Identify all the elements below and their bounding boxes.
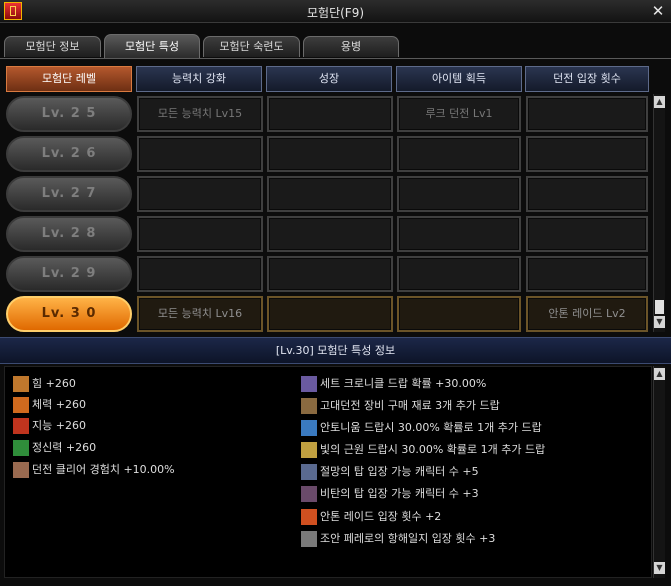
tab-mercenary[interactable]: 용병 bbox=[303, 36, 399, 57]
window-title: 모험단(F9) bbox=[306, 6, 365, 20]
antonium-icon bbox=[301, 420, 317, 436]
spirit-icon bbox=[13, 440, 29, 456]
level-button-30[interactable]: Lv. 3 0 bbox=[6, 296, 132, 332]
cell-item-26[interactable] bbox=[397, 136, 521, 172]
intelligence-icon bbox=[13, 418, 29, 434]
cell-growth-26[interactable] bbox=[267, 136, 393, 172]
strength-icon bbox=[13, 376, 29, 392]
tab-bar: 모험단 정보 모험단 특성 모험단 숙련도 용병 bbox=[0, 34, 671, 59]
scroll-up-icon[interactable]: ▲ bbox=[654, 368, 665, 380]
level-button-27[interactable]: Lv. 2 7 bbox=[6, 176, 132, 212]
tab-adventure-traits[interactable]: 모험단 특성 bbox=[104, 34, 200, 58]
cell-stat-30[interactable]: 모든 능력치 Lv16 bbox=[137, 296, 263, 332]
header-item-acquire: 아이템 획득 bbox=[396, 66, 522, 92]
header-adventure-level: 모험단 레벨 bbox=[6, 66, 132, 92]
header-dungeon-entry: 던전 입장 횟수 bbox=[525, 66, 649, 92]
vitality-icon bbox=[13, 397, 29, 413]
scroll-up-icon[interactable]: ▲ bbox=[654, 96, 665, 108]
cell-item-25[interactable]: 루크 던전 Lv1 bbox=[397, 96, 521, 132]
cell-dungeon-29[interactable] bbox=[526, 256, 648, 292]
cell-dungeon-30[interactable]: 안톤 레이드 Lv2 bbox=[526, 296, 648, 332]
scroll-down-icon[interactable]: ▼ bbox=[654, 562, 665, 574]
cell-item-30[interactable] bbox=[397, 296, 521, 332]
level-button-28[interactable]: Lv. 2 8 bbox=[6, 216, 132, 252]
trait-info-panel: 힘 +260 체력 +260 지능 +260 정신력 +260 던전 클리어 경… bbox=[4, 366, 652, 578]
tab-adventure-info[interactable]: 모험단 정보 bbox=[4, 36, 101, 57]
cell-dungeon-27[interactable] bbox=[526, 176, 648, 212]
cell-stat-29[interactable] bbox=[137, 256, 263, 292]
despair-tower-icon bbox=[301, 464, 317, 480]
cell-stat-25[interactable]: 모든 능력치 Lv15 bbox=[137, 96, 263, 132]
header-stat-enhance: 능력치 강화 bbox=[136, 66, 262, 92]
chronicle-icon bbox=[301, 376, 317, 392]
level-button-26[interactable]: Lv. 2 6 bbox=[6, 136, 132, 172]
cell-stat-26[interactable] bbox=[137, 136, 263, 172]
level-button-29[interactable]: Lv. 2 9 bbox=[6, 256, 132, 292]
cell-growth-28[interactable] bbox=[267, 216, 393, 252]
scroll-thumb[interactable] bbox=[655, 300, 664, 314]
scroll-down-icon[interactable]: ▼ bbox=[654, 316, 665, 328]
close-icon[interactable]: ✕ bbox=[649, 2, 667, 20]
adventure-window: 모험단(F9) ✕ 모험단 정보 모험단 특성 모험단 숙련도 용병 모험단 레… bbox=[0, 0, 671, 586]
info-scrollbar[interactable]: ▲ ▼ bbox=[653, 366, 665, 578]
light-origin-icon bbox=[301, 442, 317, 458]
cell-growth-25[interactable] bbox=[267, 96, 393, 132]
cell-dungeon-26[interactable] bbox=[526, 136, 648, 172]
ancient-dungeon-icon bbox=[301, 398, 317, 414]
cell-growth-27[interactable] bbox=[267, 176, 393, 212]
cell-stat-28[interactable] bbox=[137, 216, 263, 252]
table-scrollbar[interactable]: ▲ ▼ bbox=[653, 94, 665, 332]
level-button-25[interactable]: Lv. 2 5 bbox=[6, 96, 132, 132]
title-bar[interactable]: 모험단(F9) ✕ bbox=[0, 0, 671, 23]
trait-info-header: [Lv.30] 모험단 특성 정보 bbox=[0, 337, 671, 364]
cell-item-29[interactable] bbox=[397, 256, 521, 292]
cell-item-28[interactable] bbox=[397, 216, 521, 252]
cell-growth-30[interactable] bbox=[267, 296, 393, 332]
anton-raid-icon bbox=[301, 509, 317, 525]
header-growth: 성장 bbox=[266, 66, 392, 92]
tab-adventure-mastery[interactable]: 모험단 숙련도 bbox=[203, 36, 300, 57]
cell-dungeon-25[interactable] bbox=[526, 96, 648, 132]
tower-icon bbox=[301, 486, 317, 502]
dungeon-clear-icon bbox=[13, 462, 29, 478]
cell-growth-29[interactable] bbox=[267, 256, 393, 292]
cell-dungeon-28[interactable] bbox=[526, 216, 648, 252]
cell-item-27[interactable] bbox=[397, 176, 521, 212]
diary-icon bbox=[301, 531, 317, 547]
cell-stat-27[interactable] bbox=[137, 176, 263, 212]
